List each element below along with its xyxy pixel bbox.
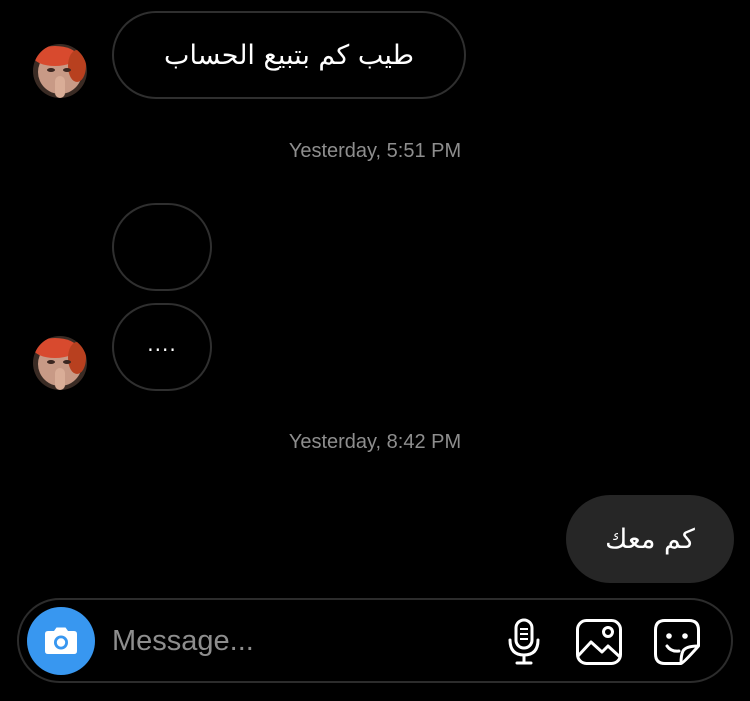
message-bubble[interactable]: .... — [112, 303, 212, 391]
camera-icon — [45, 627, 77, 654]
message-bubble-outgoing[interactable]: كم معك — [566, 495, 734, 583]
camera-button[interactable] — [27, 607, 95, 675]
sticker-icon — [654, 619, 700, 665]
voice-button[interactable] — [499, 617, 549, 667]
sticker-button[interactable] — [652, 617, 702, 667]
message-text: طيب كم بتبيع الحساب — [164, 39, 414, 71]
message-input[interactable] — [112, 620, 482, 662]
gallery-button[interactable] — [574, 617, 624, 667]
message-timestamp: Yesterday, 8:42 PM — [288, 431, 462, 453]
microphone-icon — [508, 618, 540, 665]
chat-screen: طيب كم بتبيع الحساب Yesterday, 5:51 PM .… — [0, 0, 750, 701]
message-text: كم معك — [605, 523, 695, 555]
message-bubble[interactable]: طيب كم بتبيع الحساب — [112, 11, 466, 99]
gallery-icon — [576, 619, 622, 665]
sender-avatar[interactable] — [33, 336, 87, 390]
message-composer — [17, 598, 733, 683]
message-timestamp: Yesterday, 5:51 PM — [288, 140, 462, 162]
message-bubble[interactable] — [112, 203, 212, 291]
message-text: .... — [147, 332, 177, 356]
sender-avatar[interactable] — [33, 44, 87, 98]
